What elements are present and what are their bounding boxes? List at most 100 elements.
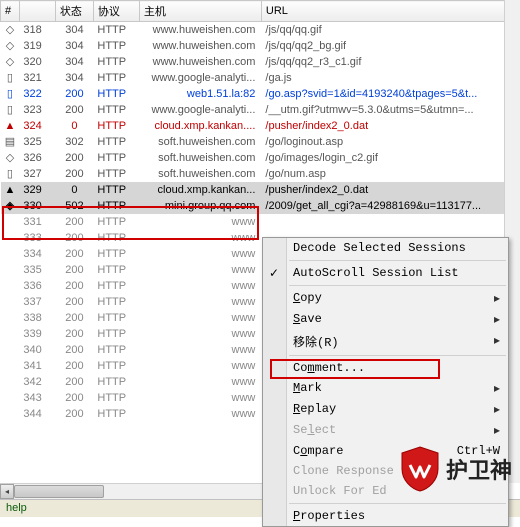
row-protocol: HTTP bbox=[93, 214, 139, 230]
row-type-icon: ▲ bbox=[1, 118, 20, 134]
row-status: 302 bbox=[55, 134, 93, 150]
row-number: 338 bbox=[19, 310, 55, 326]
row-protocol: HTTP bbox=[93, 390, 139, 406]
row-status: 200 bbox=[55, 262, 93, 278]
table-row[interactable]: ▲3290HTTPcloud.xmp.kankan.../pusher/inde… bbox=[1, 182, 520, 198]
row-host: www bbox=[139, 310, 261, 326]
check-icon: ✓ bbox=[269, 266, 279, 281]
menu-copy[interactable]: Copy▸ bbox=[263, 288, 508, 309]
row-number: 336 bbox=[19, 278, 55, 294]
row-protocol: HTTP bbox=[93, 342, 139, 358]
table-row[interactable]: ▯321304HTTPwww.google-analyti.../ga.js bbox=[1, 70, 520, 86]
row-protocol: HTTP bbox=[93, 102, 139, 118]
row-host: www bbox=[139, 406, 261, 422]
menu-autoscroll[interactable]: ✓ AutoScroll Session List bbox=[263, 263, 508, 283]
row-url: /go/num.asp bbox=[261, 166, 519, 182]
row-host: www.huweishen.com bbox=[139, 38, 261, 54]
table-row[interactable]: ▯322200HTTPweb1.51.la:82/go.asp?svid=1&i… bbox=[1, 86, 520, 102]
table-row[interactable]: ▯323200HTTPwww.google-analyti.../__utm.g… bbox=[1, 102, 520, 118]
table-row[interactable]: ▯327200HTTPsoft.huweishen.com/go/num.asp bbox=[1, 166, 520, 182]
watermark-text: 护卫神 bbox=[446, 453, 512, 485]
table-row[interactable]: ◇320304HTTPwww.huweishen.com/js/qq/qq2_r… bbox=[1, 54, 520, 70]
row-host: www bbox=[139, 246, 261, 262]
row-status: 304 bbox=[55, 22, 93, 38]
row-host: www bbox=[139, 358, 261, 374]
row-host: www.google-analyti... bbox=[139, 70, 261, 86]
menu-save[interactable]: Save▸ bbox=[263, 309, 508, 330]
menu-decode[interactable]: Decode Selected Sessions bbox=[263, 238, 508, 258]
col-number[interactable] bbox=[19, 1, 55, 22]
col-host[interactable]: 主机 bbox=[139, 1, 261, 22]
menu-comment[interactable]: Comment... bbox=[263, 358, 508, 378]
menu-mark[interactable]: Mark▸ bbox=[263, 378, 508, 399]
row-type-icon: ▯ bbox=[1, 70, 20, 86]
row-host: www bbox=[139, 230, 261, 246]
table-row[interactable]: ▤325302HTTPsoft.huweishen.com/go/loginou… bbox=[1, 134, 520, 150]
row-url: /go/images/login_c2.gif bbox=[261, 150, 519, 166]
row-status: 200 bbox=[55, 230, 93, 246]
row-protocol: HTTP bbox=[93, 310, 139, 326]
row-host: www bbox=[139, 262, 261, 278]
chevron-right-icon: ▸ bbox=[494, 291, 500, 306]
chevron-right-icon: ▸ bbox=[494, 402, 500, 417]
table-row[interactable]: ◈330502HTTPmini.group.qq.com/2009/get_al… bbox=[1, 198, 520, 214]
row-type-icon: ◇ bbox=[1, 54, 20, 70]
table-row[interactable]: ◇318304HTTPwww.huweishen.com/js/qq/qq.gi… bbox=[1, 22, 520, 38]
col-icon[interactable]: # bbox=[1, 1, 20, 22]
row-host: cloud.xmp.kankan... bbox=[139, 182, 261, 198]
row-status: 200 bbox=[55, 278, 93, 294]
shield-icon bbox=[398, 445, 442, 493]
row-number: 321 bbox=[19, 70, 55, 86]
row-status: 200 bbox=[55, 246, 93, 262]
row-type-icon bbox=[1, 278, 20, 294]
row-type-icon bbox=[1, 406, 20, 422]
table-row[interactable]: ▲3240HTTPcloud.xmp.kankan..../pusher/ind… bbox=[1, 118, 520, 134]
row-type-icon bbox=[1, 294, 20, 310]
scroll-thumb[interactable] bbox=[14, 485, 104, 498]
row-type-icon bbox=[1, 246, 20, 262]
row-host: soft.huweishen.com bbox=[139, 166, 261, 182]
menu-replay[interactable]: Replay▸ bbox=[263, 399, 508, 420]
row-type-icon: ◇ bbox=[1, 150, 20, 166]
grid-header-row: # 状态 协议 主机 URL bbox=[1, 1, 520, 22]
row-url: /js/qq/qq.gif bbox=[261, 22, 519, 38]
row-url: /go.asp?svid=1&id=4193240&tpages=5&t... bbox=[261, 86, 519, 102]
row-number: 341 bbox=[19, 358, 55, 374]
row-host: web1.51.la:82 bbox=[139, 86, 261, 102]
menu-remove[interactable]: 移除(R)▸ bbox=[263, 330, 508, 353]
row-status: 200 bbox=[55, 86, 93, 102]
row-number: 333 bbox=[19, 230, 55, 246]
row-protocol: HTTP bbox=[93, 294, 139, 310]
row-protocol: HTTP bbox=[93, 38, 139, 54]
row-status: 200 bbox=[55, 406, 93, 422]
scroll-left-button[interactable]: ◂ bbox=[0, 484, 14, 499]
row-type-icon: ▯ bbox=[1, 166, 20, 182]
row-host: www bbox=[139, 342, 261, 358]
table-row[interactable]: ◇326200HTTPsoft.huweishen.com/go/images/… bbox=[1, 150, 520, 166]
chevron-right-icon: ▸ bbox=[494, 312, 500, 327]
row-type-icon bbox=[1, 342, 20, 358]
col-protocol[interactable]: 协议 bbox=[93, 1, 139, 22]
row-type-icon: ◈ bbox=[1, 198, 20, 214]
row-type-icon bbox=[1, 390, 20, 406]
row-type-icon: ▲ bbox=[1, 182, 20, 198]
row-status: 502 bbox=[55, 198, 93, 214]
row-number: 323 bbox=[19, 102, 55, 118]
row-status: 304 bbox=[55, 54, 93, 70]
menu-properties[interactable]: Properties bbox=[263, 506, 508, 526]
col-status[interactable]: 状态 bbox=[55, 1, 93, 22]
table-row[interactable]: ◇319304HTTPwww.huweishen.com/js/qq/qq2_b… bbox=[1, 38, 520, 54]
row-protocol: HTTP bbox=[93, 166, 139, 182]
row-type-icon bbox=[1, 262, 20, 278]
row-number: 327 bbox=[19, 166, 55, 182]
row-host: www.huweishen.com bbox=[139, 22, 261, 38]
row-status: 200 bbox=[55, 326, 93, 342]
row-number: 324 bbox=[19, 118, 55, 134]
table-row[interactable]: 331200HTTPwww bbox=[1, 214, 520, 230]
row-protocol: HTTP bbox=[93, 358, 139, 374]
chevron-right-icon: ▸ bbox=[494, 381, 500, 396]
row-status: 304 bbox=[55, 70, 93, 86]
row-status: 200 bbox=[55, 102, 93, 118]
row-type-icon: ▤ bbox=[1, 134, 20, 150]
col-url[interactable]: URL bbox=[261, 1, 519, 22]
